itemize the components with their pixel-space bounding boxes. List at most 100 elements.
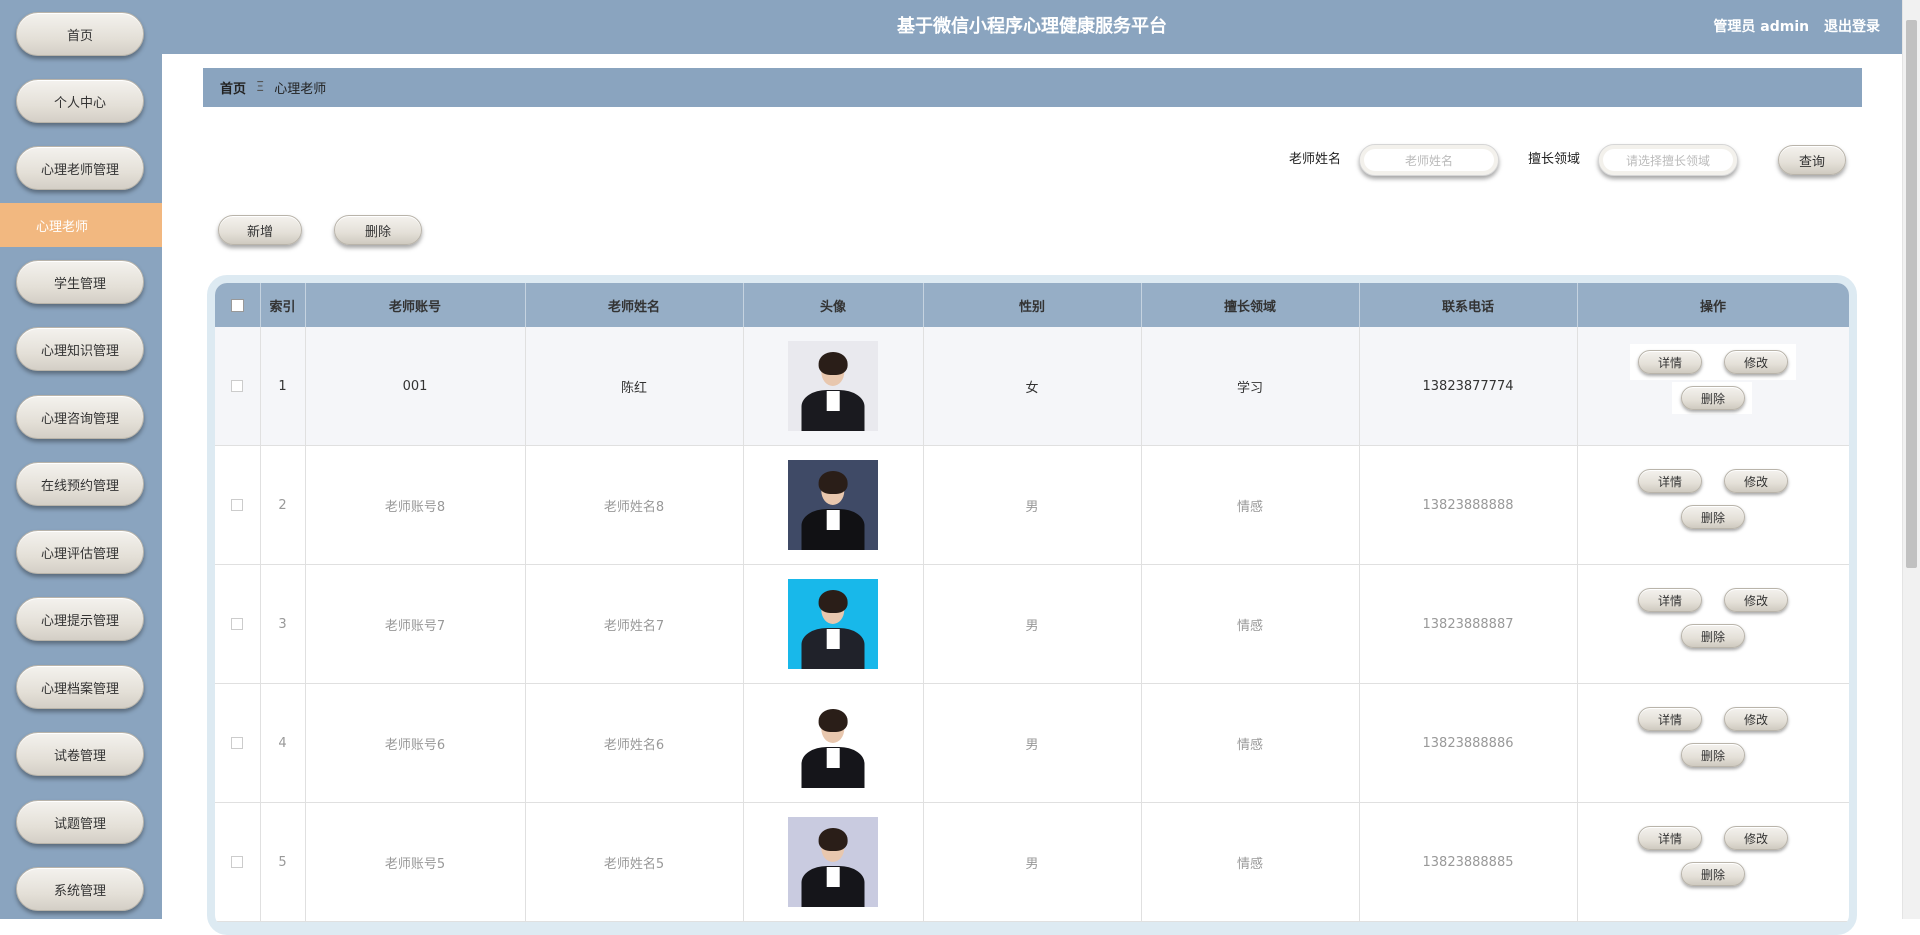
- bulk-delete-button[interactable]: 删除: [334, 215, 422, 245]
- avatar-hair: [818, 351, 848, 376]
- row-select-cell: [215, 327, 261, 446]
- gender-cell: 男: [923, 445, 1142, 565]
- delete-button[interactable]: 删除: [1681, 743, 1745, 767]
- column-header: 老师姓名: [525, 283, 744, 327]
- edit-button[interactable]: 修改: [1724, 826, 1788, 850]
- row-select-cell: [215, 802, 261, 922]
- row-checkbox[interactable]: [231, 737, 244, 749]
- sidebar-item-appointment-management[interactable]: 在线预约管理: [16, 462, 144, 506]
- sidebar-item-system-management[interactable]: 系统管理: [16, 867, 144, 911]
- sidebar-item-teacher[interactable]: 心理老师: [0, 203, 162, 247]
- sidebar-item-knowledge-management[interactable]: 心理知识管理: [16, 327, 144, 371]
- delete-button[interactable]: 删除: [1681, 862, 1745, 886]
- expertise-cell: 情感: [1141, 445, 1360, 565]
- table-body: 1 001 陈红女学习 13823877774 详情 修改 删除 2 老师账号8 老师姓名8 男情感…: [215, 327, 1849, 922]
- row-checkbox[interactable]: [231, 618, 244, 630]
- detail-button[interactable]: 详情: [1638, 826, 1702, 850]
- sidebar-item-home[interactable]: 首页: [16, 12, 144, 56]
- account-cell: 001: [305, 327, 526, 446]
- operations-cell: 详情 修改删除: [1577, 564, 1849, 684]
- detail-button[interactable]: 详情: [1638, 350, 1702, 374]
- gender-cell: 女: [923, 327, 1142, 446]
- edit-button[interactable]: 修改: [1724, 350, 1788, 374]
- expertise-cell: 情感: [1141, 564, 1360, 684]
- detail-button[interactable]: 详情: [1638, 588, 1702, 612]
- operations-group: 详情 修改删除: [1628, 463, 1798, 543]
- account-cell: 老师账号8: [305, 445, 526, 565]
- operations-group: 详情 修改删除: [1628, 820, 1798, 900]
- teacher-table: 索引 老师账号 老师姓名 头像 性别 擅长领域 联系电话 操作 1 001 陈红 女学…: [215, 283, 1849, 922]
- app-title: 基于微信小程序心理健康服务平台: [897, 16, 1167, 37]
- expertise-cell: 学习: [1141, 327, 1360, 446]
- row-checkbox[interactable]: [231, 499, 244, 511]
- row-checkbox[interactable]: [231, 856, 244, 868]
- avatar-cell: [743, 445, 924, 565]
- sidebar-item-student-management[interactable]: 学生管理: [16, 260, 144, 304]
- operations-cell: 详情 修改删除: [1577, 445, 1849, 565]
- select-all-cell: [215, 283, 261, 327]
- avatar-shirt: [826, 748, 840, 769]
- avatar-cell: [743, 327, 924, 446]
- edit-button[interactable]: 修改: [1724, 707, 1788, 731]
- edit-button[interactable]: 修改: [1724, 588, 1788, 612]
- avatar-cell: [743, 564, 924, 684]
- teacher-name-label: 老师姓名: [1289, 152, 1342, 167]
- delete-button[interactable]: 删除: [1681, 505, 1745, 529]
- sidebar-item-teacher-management[interactable]: 心理老师管理: [16, 146, 144, 190]
- edit-button[interactable]: 修改: [1724, 469, 1788, 493]
- column-header: 擅长领域: [1141, 283, 1360, 327]
- logout-link[interactable]: 退出登录: [1824, 19, 1880, 35]
- detail-button[interactable]: 详情: [1638, 707, 1702, 731]
- avatar-hair: [818, 470, 848, 495]
- sidebar-item-archive-management[interactable]: 心理档案管理: [16, 665, 144, 709]
- phone-cell: 13823888885: [1359, 802, 1578, 922]
- scrollbar-thumb[interactable]: [1906, 20, 1917, 568]
- row-select-cell: [215, 683, 261, 803]
- row-checkbox[interactable]: [231, 380, 244, 392]
- name-cell: 老师姓名8: [525, 445, 744, 565]
- operations-cell: 详情 修改删除: [1577, 683, 1849, 803]
- operations-group: 详情 修改删除: [1628, 701, 1798, 781]
- add-button[interactable]: 新增: [218, 215, 302, 245]
- name-cell: 老师姓名7: [525, 564, 744, 684]
- sidebar-item-assessment-management[interactable]: 心理评估管理: [16, 530, 144, 574]
- expertise-select[interactable]: 请选择擅长领域: [1598, 144, 1738, 176]
- sidebar-item-question-management[interactable]: 试题管理: [16, 800, 144, 844]
- table-row: 5 老师账号5 老师姓名5 男情感 13823888885 详情 修改 删除: [215, 802, 1849, 922]
- index-cell: 3: [260, 564, 306, 684]
- sidebar-item-paper-management[interactable]: 试卷管理: [16, 732, 144, 776]
- avatar: [788, 698, 878, 788]
- sidebar-item-consult-management[interactable]: 心理咨询管理: [16, 395, 144, 439]
- phone-cell: 13823877774: [1359, 327, 1578, 446]
- column-header: 头像: [743, 283, 924, 327]
- query-button[interactable]: 查询: [1778, 145, 1846, 175]
- top-header: 基于微信小程序心理健康服务平台 管理员 admin 退出登录: [162, 0, 1902, 54]
- breadcrumb-home[interactable]: 首页: [220, 78, 246, 97]
- page-scrollbar[interactable]: [1902, 0, 1920, 919]
- sidebar-item-tips-management[interactable]: 心理提示管理: [16, 597, 144, 641]
- select-all-checkbox[interactable]: [230, 298, 244, 312]
- table-row: 4 老师账号6 老师姓名6 男情感 13823888886 详情 修改 删除: [215, 683, 1849, 803]
- sidebar-item-profile[interactable]: 个人中心: [16, 79, 144, 123]
- avatar-hair: [818, 708, 848, 733]
- index-cell: 1: [260, 327, 306, 446]
- phone-cell: 13823888887: [1359, 564, 1578, 684]
- phone-cell: 13823888886: [1359, 683, 1578, 803]
- expertise-label: 擅长领域: [1528, 152, 1581, 167]
- avatar-hair: [818, 589, 848, 614]
- gender-cell: 男: [923, 564, 1142, 684]
- gender-cell: 男: [923, 683, 1142, 803]
- delete-button[interactable]: 删除: [1681, 386, 1745, 410]
- teacher-table-container: 索引 老师账号 老师姓名 头像 性别 擅长领域 联系电话 操作 1 001 陈红 女学…: [207, 275, 1857, 935]
- index-cell: 2: [260, 445, 306, 565]
- row-select-cell: [215, 445, 261, 565]
- phone-cell: 13823888888: [1359, 445, 1578, 565]
- delete-button[interactable]: 删除: [1681, 624, 1745, 648]
- column-header: 老师账号: [305, 283, 526, 327]
- breadcrumb-separator-icon: Ξ: [256, 80, 265, 95]
- operations-cell: 详情 修改删除: [1577, 802, 1849, 922]
- detail-button[interactable]: 详情: [1638, 469, 1702, 493]
- user-role: 管理员 admin: [1713, 19, 1810, 35]
- teacher-name-input[interactable]: 老师姓名: [1359, 144, 1499, 176]
- gender-cell: 男: [923, 802, 1142, 922]
